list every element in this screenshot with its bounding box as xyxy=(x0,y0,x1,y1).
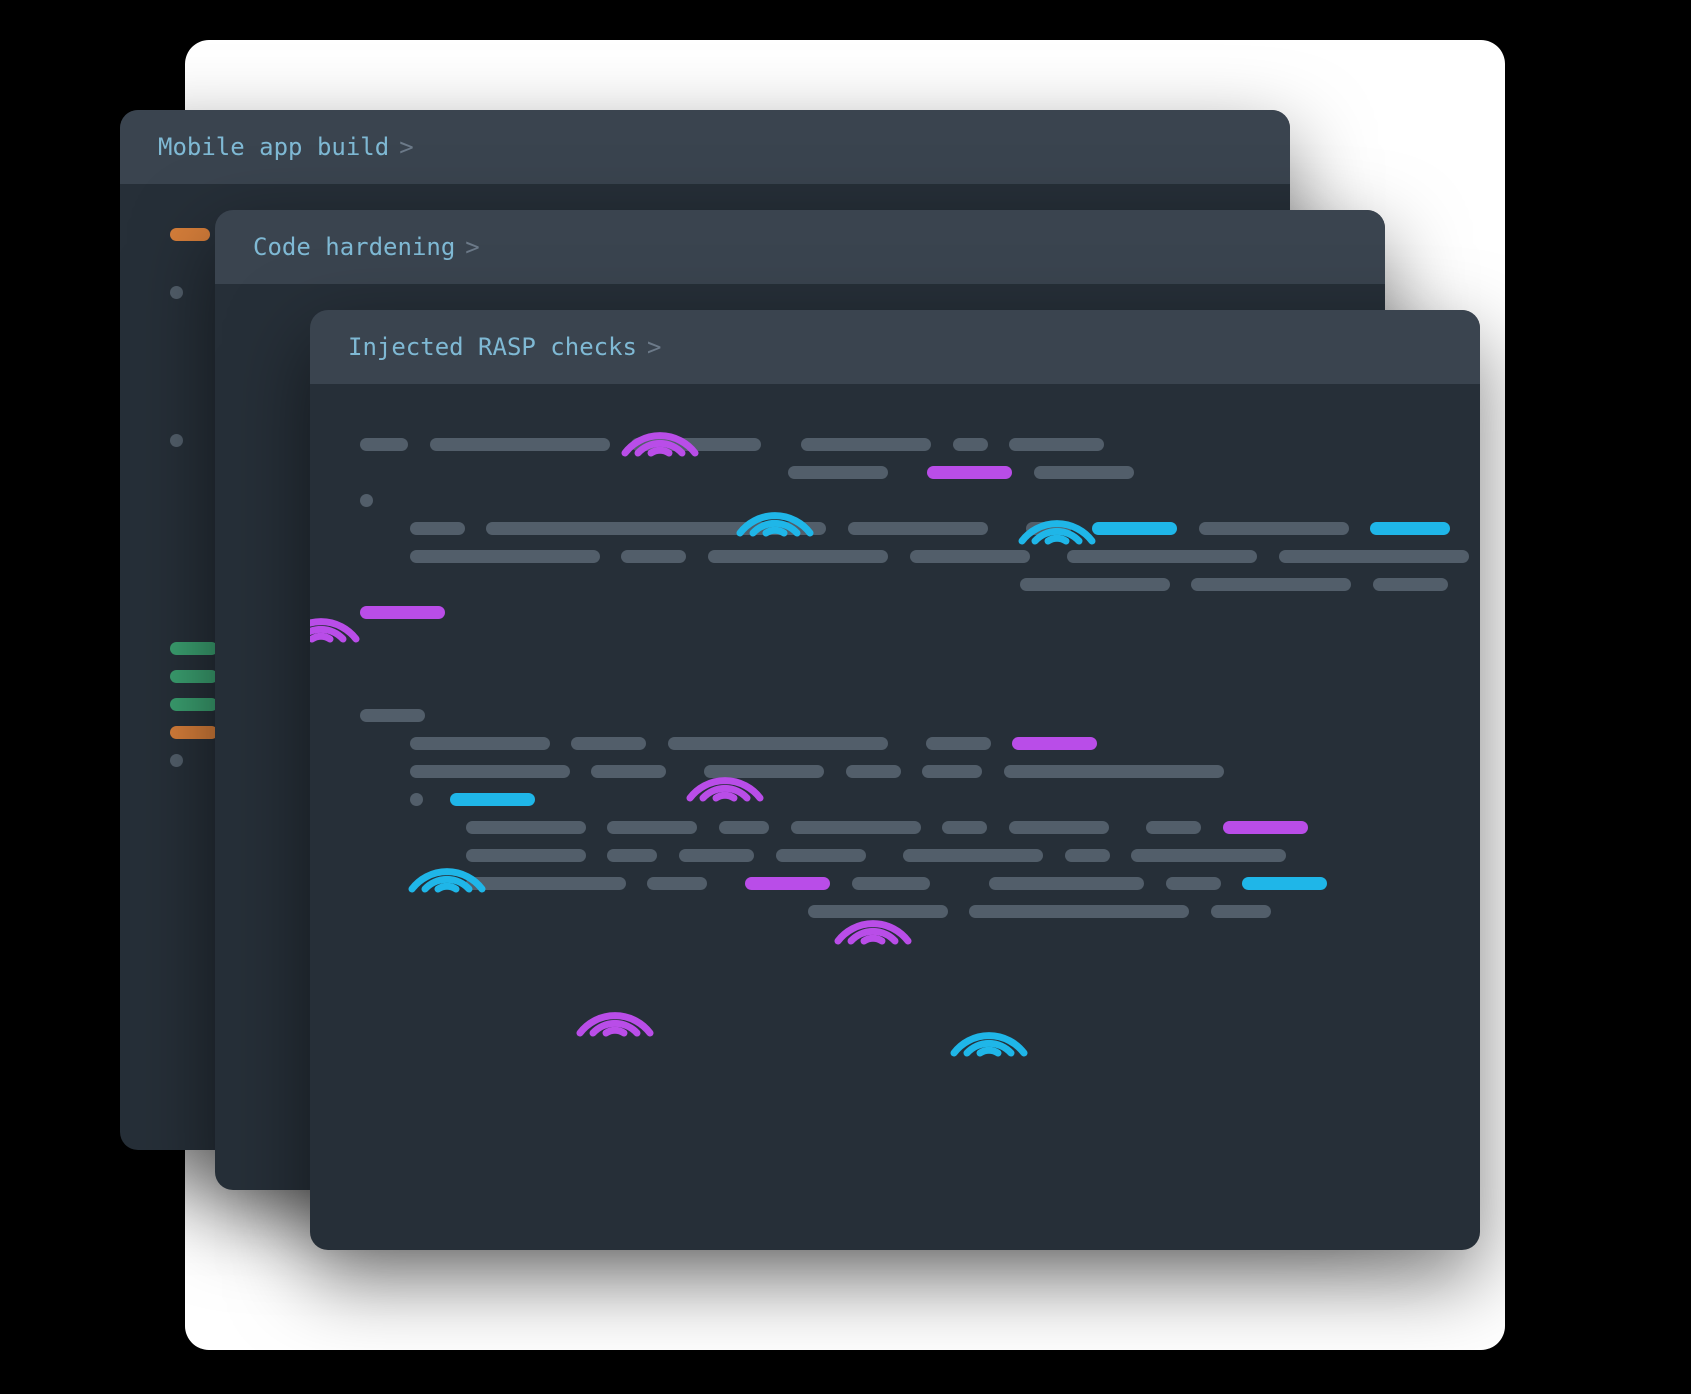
rasp-signal-icon xyxy=(934,988,1044,1063)
code-line xyxy=(360,574,1430,602)
titlebar: Mobile app build > xyxy=(120,110,1290,184)
code-line xyxy=(360,817,1430,845)
code-line xyxy=(360,518,1430,546)
rasp-signal-icon xyxy=(605,388,715,463)
code-line xyxy=(360,546,1430,574)
code-line xyxy=(360,434,1430,462)
window-injected-rasp-checks: Injected RASP checks > xyxy=(310,310,1480,1250)
rasp-signal-icon xyxy=(818,876,928,951)
titlebar: Code hardening > xyxy=(215,210,1385,284)
code-line xyxy=(360,733,1430,761)
rasp-signal-icon xyxy=(1002,476,1112,551)
rasp-signal-icon xyxy=(560,968,670,1043)
window-title: Injected RASP checks xyxy=(348,333,637,361)
code-line xyxy=(360,490,1430,518)
code-line xyxy=(360,789,1430,817)
code-line xyxy=(360,761,1430,789)
chevron-right-icon: > xyxy=(465,233,479,261)
rasp-signal-icon xyxy=(310,574,376,649)
rasp-signal-icon xyxy=(392,824,502,899)
code-line xyxy=(360,705,1430,733)
window-body xyxy=(310,384,1480,969)
titlebar: Injected RASP checks > xyxy=(310,310,1480,384)
chevron-right-icon: > xyxy=(647,333,661,361)
code-line xyxy=(360,845,1430,873)
code-line xyxy=(360,602,1430,630)
window-title: Mobile app build xyxy=(158,133,389,161)
rasp-signal-icon xyxy=(670,733,780,808)
window-title: Code hardening xyxy=(253,233,455,261)
code-line xyxy=(360,462,1430,490)
chevron-right-icon: > xyxy=(399,133,413,161)
rasp-signal-icon xyxy=(720,468,830,543)
